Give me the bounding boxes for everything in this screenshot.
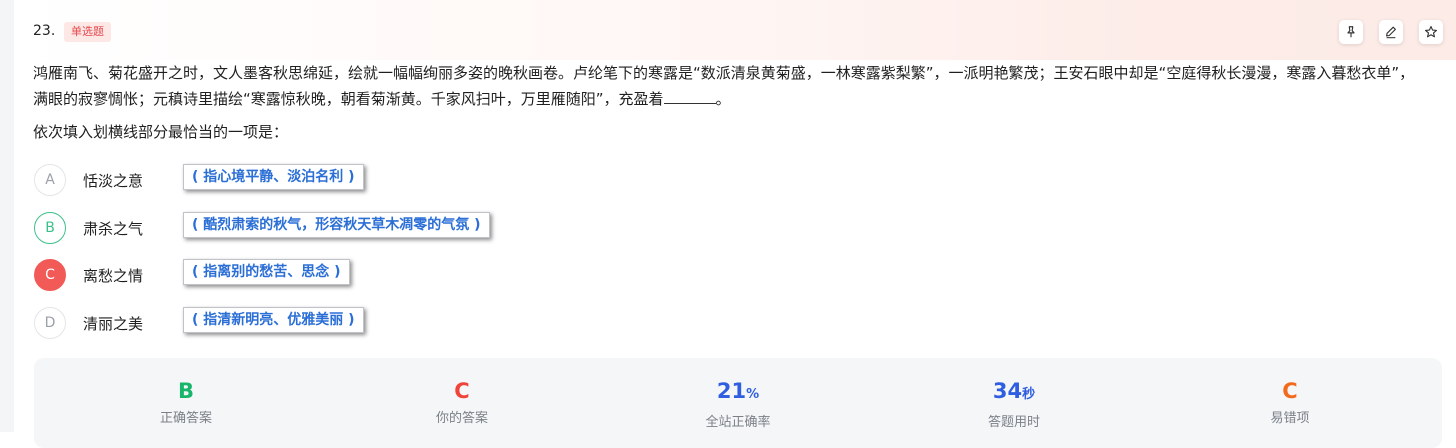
option-text: 离愁之情 [83, 267, 144, 285]
common-wrong-label: 易错项 [1270, 411, 1310, 426]
star-icon [1425, 26, 1437, 38]
fill-in-blank [663, 87, 716, 104]
stat-accuracy: 21% 全站正确率 [638, 378, 838, 430]
option-letter: D [34, 307, 66, 339]
time-used-number: 34 [992, 379, 1023, 403]
option-b[interactable]: B 肃杀之气 ( 酷烈肃索的秋气，形容秋天草木凋零的气氛 ) [34, 212, 634, 244]
pin-button[interactable] [1339, 20, 1363, 44]
stat-common-wrong: C 易错项 [1190, 378, 1390, 426]
correct-answer-value: B [177, 379, 194, 403]
stat-your-answer: C 你的答案 [362, 378, 562, 426]
option-a[interactable]: A 恬淡之意 ( 指心境平静、淡泊名利 ) [34, 164, 634, 196]
accuracy-value: 21% [638, 378, 838, 408]
correct-answer-label: 正确答案 [159, 411, 212, 426]
accuracy-number: 21 [716, 379, 747, 403]
option-d[interactable]: D 清丽之美 ( 指清新明亮、优雅美丽 ) [34, 307, 634, 339]
header-background [14, 0, 1456, 60]
option-letter: C [34, 259, 66, 291]
favorite-button[interactable] [1419, 20, 1443, 44]
your-answer-label: 你的答案 [435, 411, 488, 426]
pin-icon [1347, 26, 1355, 38]
option-annotation: ( 指离别的愁苦、思念 ) [183, 259, 350, 285]
accuracy-label: 全站正确率 [705, 415, 771, 430]
option-letter: B [34, 212, 66, 244]
common-wrong-value: C [1282, 379, 1298, 403]
left-side-strip [0, 0, 14, 432]
question-number: 23. [33, 23, 56, 39]
option-letter: A [34, 164, 66, 196]
option-text: 清丽之美 [83, 315, 144, 333]
stat-time-used: 34秒 答题用时 [914, 378, 1114, 430]
option-annotation: ( 酷烈肃索的秋气，形容秋天草木凋零的气氛 ) [183, 212, 490, 238]
time-used-unit: 秒 [1022, 387, 1036, 402]
time-used-label: 答题用时 [987, 415, 1040, 430]
option-c[interactable]: C 离愁之情 ( 指离别的愁苦、思念 ) [34, 259, 634, 291]
accuracy-unit: % [746, 387, 760, 402]
your-answer-value: C [454, 379, 470, 403]
answer-stats-panel: B 正确答案 C 你的答案 21% 全站正确率 34秒 答题用时 C 易错项 [34, 358, 1442, 448]
question-prompt: 依次填入划横线部分最恰当的一项是： [33, 123, 289, 141]
edit-note-button[interactable] [1379, 20, 1403, 44]
question-stem-end: 。 [715, 90, 731, 108]
question-stem: 鸿雁南飞、菊花盛开之时，文人墨客秋思绵延，绘就一幅幅绚丽多姿的晚秋画卷。卢纶笔下… [33, 60, 1428, 112]
question-type-badge: 单选题 [64, 22, 111, 42]
option-text: 肃杀之气 [83, 220, 144, 238]
option-annotation: ( 指清新明亮、优雅美丽 ) [183, 307, 364, 333]
time-used-value: 34秒 [914, 378, 1114, 408]
edit-icon [1386, 26, 1396, 39]
option-annotation: ( 指心境平静、淡泊名利 ) [183, 164, 364, 190]
stat-correct-answer: B 正确答案 [86, 378, 286, 426]
option-text: 恬淡之意 [83, 172, 144, 190]
